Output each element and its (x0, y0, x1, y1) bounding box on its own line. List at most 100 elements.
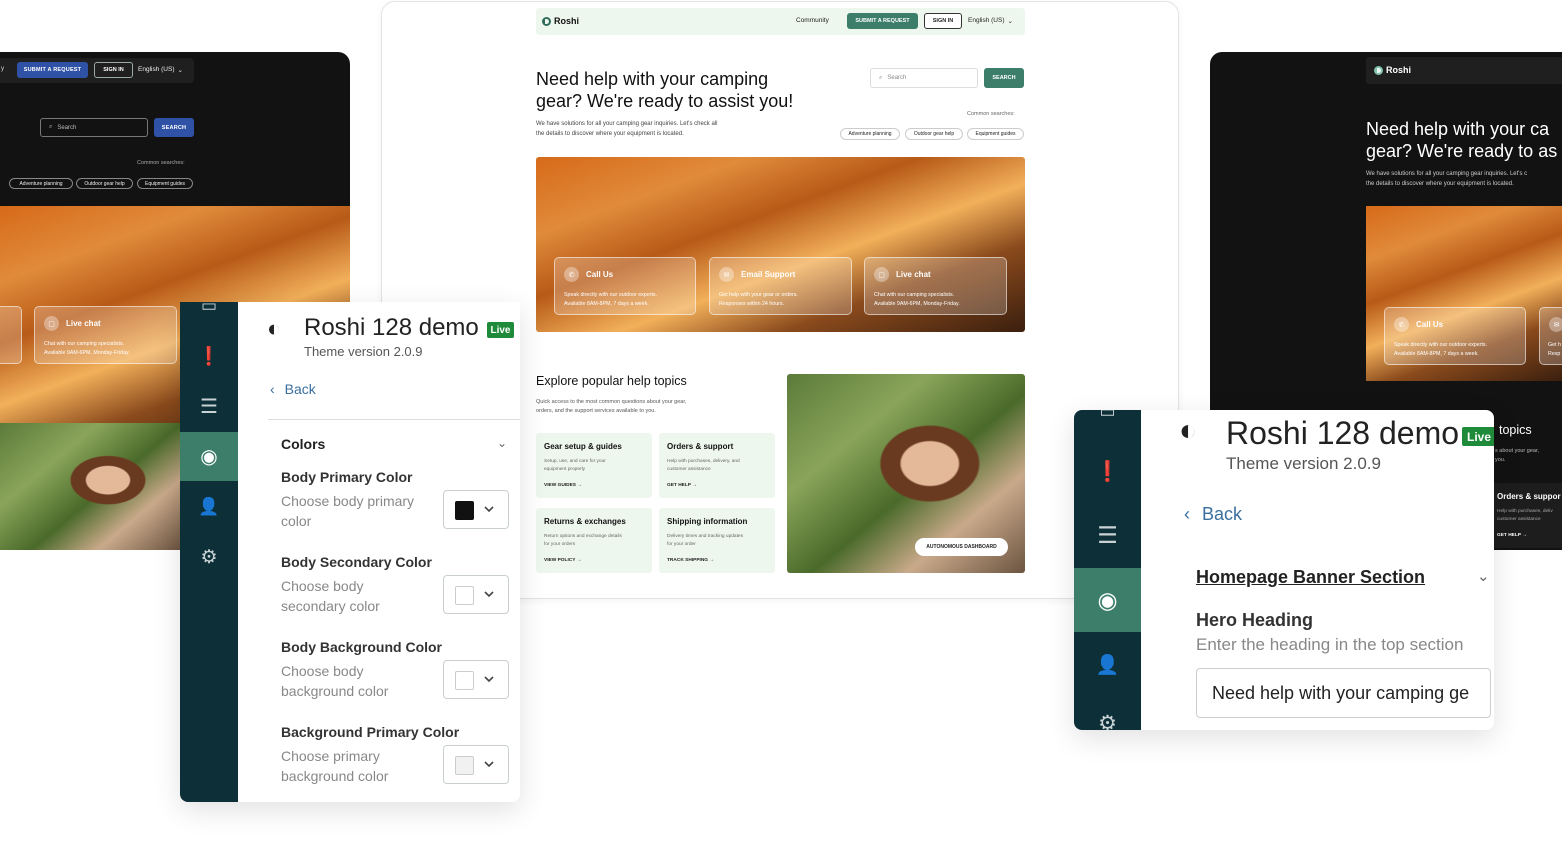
chip-equipment-guides[interactable]: Equipment guides (967, 128, 1024, 140)
search-input[interactable]: ⌕ Search (40, 118, 148, 137)
color-picker-body-secondary[interactable] (443, 575, 509, 614)
view-guides-link[interactable]: VIEW GUIDES → (544, 483, 582, 488)
chip-equipment-guides[interactable]: Equipment guides (137, 178, 193, 189)
community-link[interactable]: Community (796, 17, 829, 24)
align-icon[interactable]: ☰ (1074, 514, 1141, 556)
sign-in-button[interactable]: SIGN IN (94, 62, 133, 78)
eye-icon[interactable]: ◉ (1074, 568, 1141, 632)
contact-card-live-chat[interactable]: ▢ Live chat Chat with our camping specia… (34, 306, 177, 364)
get-help-link[interactable]: GET HELP → (1497, 533, 1527, 538)
gear-icon[interactable]: ⚙ (1074, 708, 1141, 731)
hero-subtext: We have solutions for all your camping g… (536, 121, 718, 137)
contact-card-email-support[interactable]: ✉ Email Support Get help with your gear … (709, 257, 852, 315)
card-description: Get h Resp (1548, 342, 1561, 357)
theme-settings-panel-zoomed: ▭ ❗ ☰ ◉ 👤 ⚙ ◐ Roshi 128 demo Live Theme … (1074, 410, 1494, 730)
chevron-down-icon[interactable]: ⌄ (497, 436, 507, 450)
sign-in-button[interactable]: SIGN IN (924, 13, 962, 29)
view-policy-link[interactable]: VIEW POLICY → (544, 558, 582, 563)
section-homepage-banner[interactable]: Homepage Banner Section (1196, 567, 1425, 588)
community-link-cut[interactable]: y (1, 66, 4, 72)
hero-heading: Need help with your ca gear? We're ready … (1366, 119, 1558, 161)
color-picker-body-background[interactable] (443, 660, 509, 699)
phone-icon: ✆ (564, 267, 579, 282)
gear-icon[interactable]: ⚙ (180, 539, 238, 575)
search-button[interactable]: SEARCH (154, 118, 194, 137)
card-title: Email Support (741, 270, 796, 279)
common-searches-label: Common searches: (967, 111, 1015, 117)
logo-icon (1374, 65, 1383, 75)
topic-card-gear-setup[interactable]: Gear setup & guides Setup, use, and care… (536, 433, 652, 498)
eye-icon[interactable]: ◉ (180, 432, 238, 481)
hero-subtext: We have solutions for all your camping g… (1366, 171, 1528, 187)
submit-request-button[interactable]: SUBMIT A REQUEST (847, 13, 918, 29)
color-swatch (455, 586, 474, 605)
chip-adventure-planning[interactable]: Adventure planning (9, 178, 73, 189)
card-title: Gear setup & guides (544, 442, 622, 451)
hero-heading-input[interactable]: Need help with your camping ge (1196, 668, 1491, 718)
theme-title: Roshi 128 demo (304, 314, 479, 341)
language-selector[interactable]: English (US) ⌄ (968, 17, 1013, 25)
track-shipping-link[interactable]: TRACK SHIPPING → (667, 558, 714, 563)
color-picker-background-primary[interactable] (443, 745, 509, 784)
chevron-left-icon: ‹ (270, 381, 275, 397)
contact-card-live-chat[interactable]: ▢ Live chat Chat with our camping specia… (864, 257, 1007, 315)
github-icon: ◐ (1179, 414, 1198, 447)
topics-image (0, 423, 180, 550)
alert-message-icon[interactable]: ❗ (1074, 450, 1141, 492)
contact-card-call-us[interactable]: ✆ Call Us Speak directly with our outdoo… (1384, 307, 1526, 365)
chevron-down-icon: ⌄ (177, 67, 183, 74)
chevron-down-icon (484, 676, 494, 683)
language-selector[interactable]: English (US) ⌄ (138, 66, 183, 74)
card-description: Chat with our camping specialists. Availa… (874, 292, 960, 307)
card-title: Live chat (66, 319, 101, 328)
topic-card-orders-support[interactable]: Orders & support Help with purchases, de… (659, 433, 775, 498)
contact-card-cut[interactable]: ✉ Get h Resp (1539, 307, 1562, 365)
field-label: Body Primary Color (281, 469, 413, 485)
header-nav: Roshi (1366, 57, 1562, 84)
search-input[interactable]: ⌕ Search (870, 68, 978, 88)
color-picker-body-primary[interactable] (443, 490, 509, 529)
search-icon: ⌕ (49, 124, 53, 130)
topic-card-shipping[interactable]: Shipping information Delivery times and … (659, 508, 775, 573)
back-link[interactable]: ‹ Back (270, 381, 316, 397)
topic-card-returns[interactable]: Returns & exchanges Return options and e… (536, 508, 652, 573)
book-icon[interactable]: ▭ (1074, 410, 1141, 422)
autonomous-dashboard-badge[interactable]: AUTONOMOUS DASHBOARD (915, 538, 1008, 556)
brand-logo[interactable]: Roshi (1374, 65, 1411, 75)
card-description: Get help with your gear or orders. Respon… (719, 292, 798, 307)
phone-icon: ✆ (1394, 317, 1409, 332)
submit-request-button[interactable]: SUBMIT A REQUEST (17, 62, 88, 78)
user-lock-icon[interactable]: 👤 (1074, 644, 1141, 686)
contact-card-call-us[interactable]: ✆ Call Us Speak directly with our outdoo… (554, 257, 696, 315)
search-icon: ⌕ (879, 74, 883, 81)
user-lock-icon[interactable]: 👤 (180, 489, 238, 525)
card-title: Orders & support (667, 442, 734, 451)
card-title: Call Us (1416, 320, 1444, 329)
contact-card-cut[interactable] (0, 306, 22, 364)
topic-card-orders-support[interactable]: Orders & suppor Help with purchases, del… (1491, 483, 1562, 548)
settings-rail: ▭ ❗ ☰ ◉ 👤 ⚙ (1074, 410, 1141, 730)
get-help-link[interactable]: GET HELP → (667, 483, 697, 488)
field-label: Hero Heading (1196, 610, 1314, 630)
alert-message-icon[interactable]: ❗ (180, 338, 238, 374)
chip-outdoor-gear-help[interactable]: Outdoor gear help (76, 178, 133, 189)
card-description: Delivery times and tracking updates for y… (667, 534, 743, 547)
search-button[interactable]: SEARCH (984, 68, 1024, 88)
topics-subtext-cut: s about your gear, you. (1495, 448, 1540, 463)
topics-heading-cut: topics (1499, 423, 1532, 437)
field-label: Body Secondary Color (281, 554, 432, 570)
book-icon[interactable]: ▭ (180, 302, 238, 320)
align-icon[interactable]: ☰ (180, 388, 238, 424)
brand-logo[interactable]: Roshi (542, 16, 579, 26)
chevron-down-icon[interactable]: ⌄ (1477, 567, 1490, 585)
chevron-down-icon (484, 591, 494, 598)
color-swatch (455, 756, 474, 775)
back-link[interactable]: ‹ Back (1184, 504, 1242, 525)
section-colors[interactable]: Colors (281, 436, 325, 452)
common-searches-label: Common searches: (137, 160, 185, 166)
divider (268, 419, 520, 420)
card-title: Returns & exchanges (544, 517, 626, 526)
chip-outdoor-gear-help[interactable]: Outdoor gear help (905, 128, 963, 140)
mail-icon: ✉ (1549, 317, 1562, 332)
chip-adventure-planning[interactable]: Adventure planning (840, 128, 900, 140)
